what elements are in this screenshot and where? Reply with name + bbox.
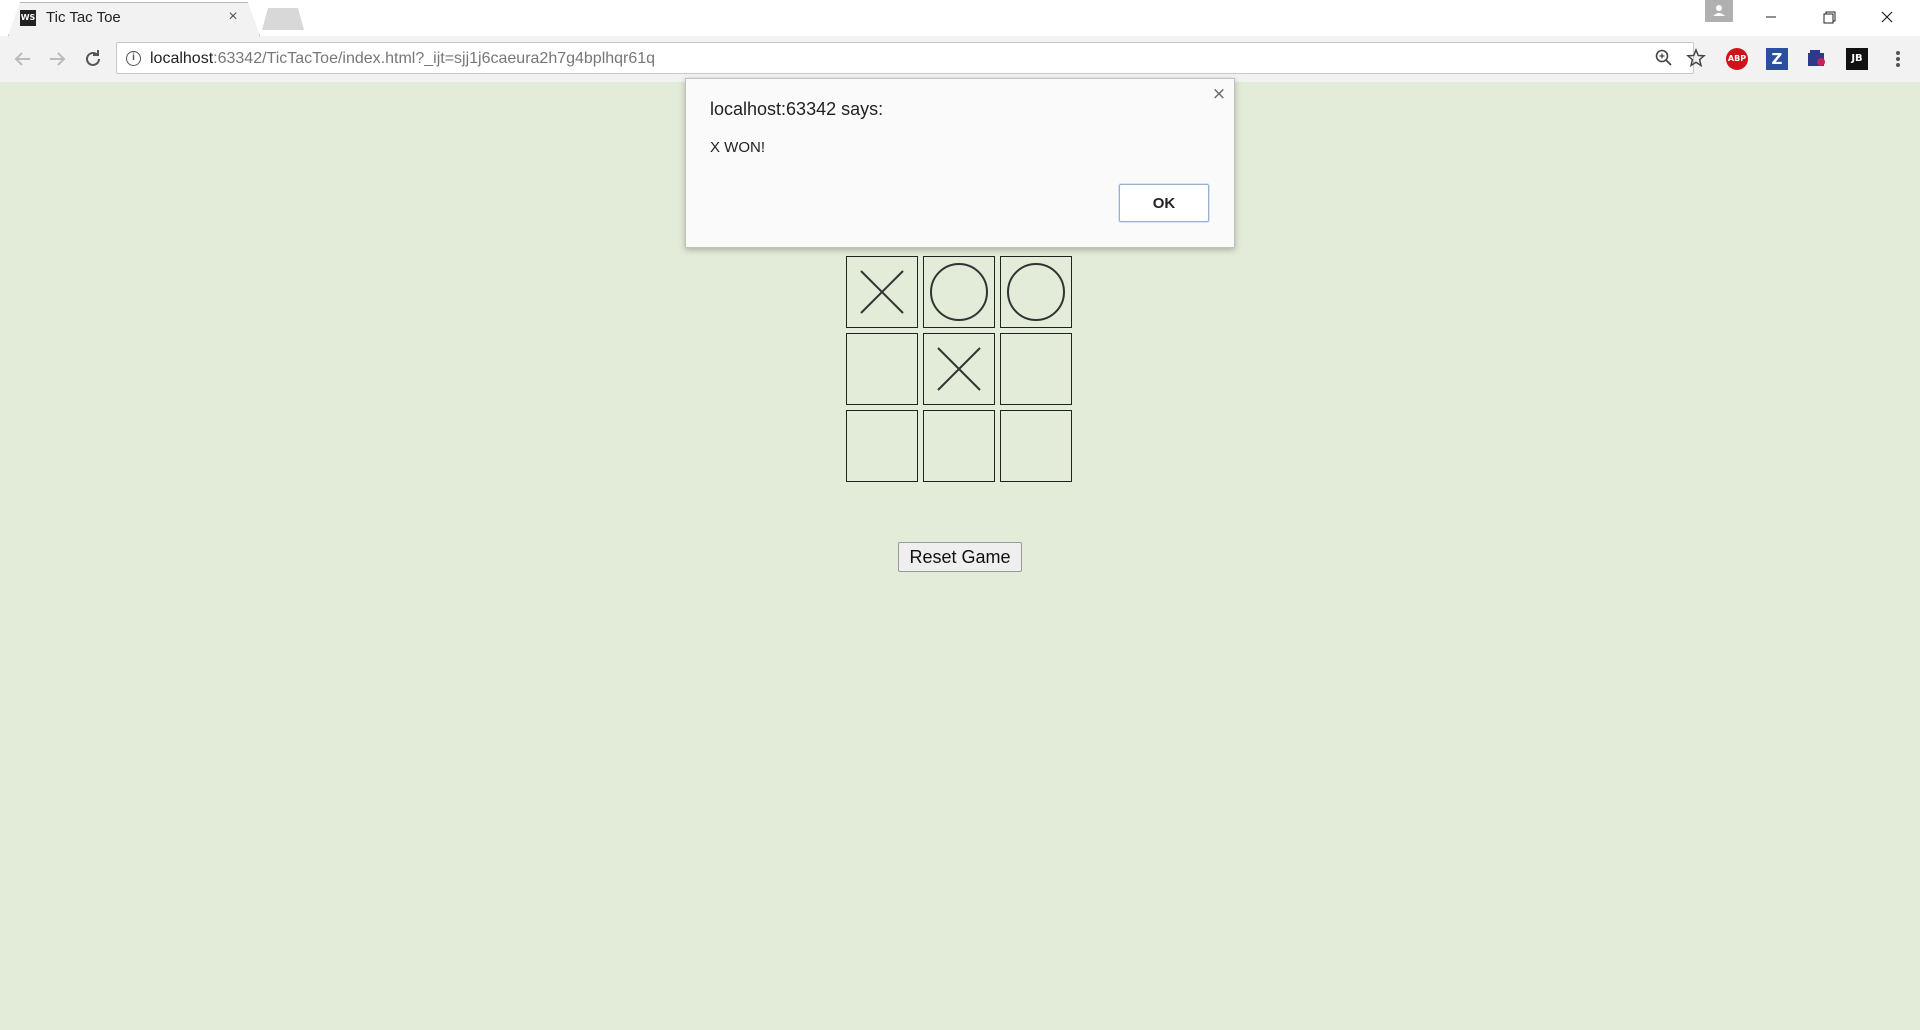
back-icon[interactable] xyxy=(10,46,36,72)
url-host: localhost xyxy=(150,50,214,67)
alert-dialog: localhost:63342 says: × X WON! OK xyxy=(685,78,1235,248)
bookmark-star-icon[interactable] xyxy=(1685,47,1707,69)
board-cell-2-0[interactable] xyxy=(846,410,918,482)
browser-menu-icon[interactable] xyxy=(1888,46,1908,72)
o-mark-icon xyxy=(1007,263,1065,321)
restore-icon[interactable] xyxy=(1806,4,1852,30)
site-info-icon[interactable]: i xyxy=(126,51,141,66)
x-mark-icon xyxy=(860,270,904,314)
tab-close-icon[interactable]: × xyxy=(224,8,242,26)
board-cell-2-1[interactable] xyxy=(923,410,995,482)
o-mark-icon xyxy=(930,263,988,321)
url-text[interactable]: localhost:63342/TicTacToe/index.html?_ij… xyxy=(150,50,655,68)
webstorm-favicon-icon: WS xyxy=(20,10,36,26)
board-cell-0-0[interactable] xyxy=(846,256,918,328)
board-cell-1-0[interactable] xyxy=(846,333,918,405)
tab-strip: WS Tic Tac Toe × xyxy=(0,0,1920,36)
dialog-close-icon[interactable]: × xyxy=(1210,85,1228,103)
jetbrains-icon[interactable]: JB xyxy=(1846,48,1868,70)
browser-chrome: WS Tic Tac Toe × i localhost:63342/TicTa… xyxy=(0,0,1920,82)
minimize-icon[interactable] xyxy=(1748,4,1794,30)
ok-button[interactable]: OK xyxy=(1119,184,1209,222)
board-cell-0-1[interactable] xyxy=(923,256,995,328)
url-path: :63342/TicTacToe/index.html?_ijt=sjj1j6c… xyxy=(213,50,656,67)
new-tab-button[interactable] xyxy=(262,8,304,30)
tic-tac-toe-board xyxy=(846,256,1076,488)
x-mark-icon xyxy=(937,347,981,391)
close-window-icon[interactable] xyxy=(1864,4,1910,30)
extension-icon[interactable] xyxy=(1806,48,1828,70)
board-cell-2-2[interactable] xyxy=(1000,410,1072,482)
dialog-title: localhost:63342 says: xyxy=(710,99,884,119)
reset-game-button[interactable]: Reset Game xyxy=(898,542,1022,572)
forward-icon[interactable] xyxy=(44,46,70,72)
profile-avatar-icon[interactable] xyxy=(1705,0,1733,22)
board-cell-1-1[interactable] xyxy=(923,333,995,405)
zoom-icon[interactable] xyxy=(1653,47,1675,69)
adblock-plus-icon[interactable]: ABP xyxy=(1726,48,1748,70)
board-cell-1-2[interactable] xyxy=(1000,333,1072,405)
tab-title: Tic Tac Toe xyxy=(46,9,121,26)
browser-toolbar: i localhost:63342/TicTacToe/index.html?_… xyxy=(0,36,1920,82)
board-cell-0-2[interactable] xyxy=(1000,256,1072,328)
dialog-message: X WON! xyxy=(710,139,765,156)
address-bar[interactable]: i localhost:63342/TicTacToe/index.html?_… xyxy=(116,42,1706,74)
reload-icon[interactable] xyxy=(80,46,106,72)
zotero-icon[interactable]: Z xyxy=(1766,48,1788,70)
